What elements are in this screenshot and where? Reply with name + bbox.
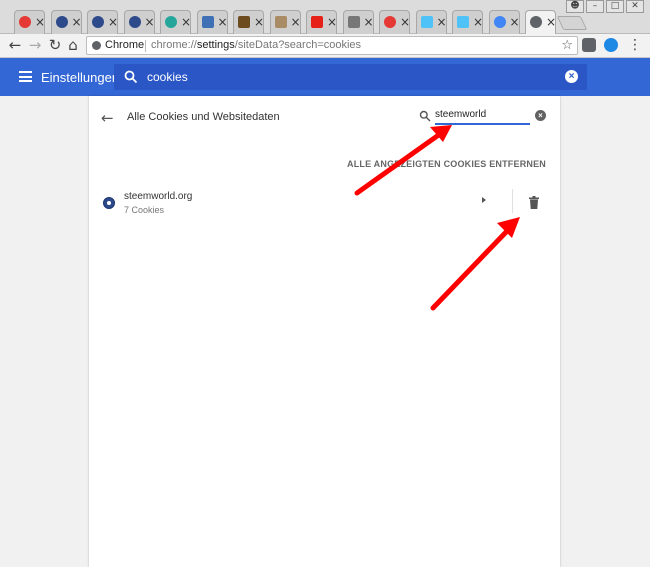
close-window-button[interactable]: ✕ [626,0,644,13]
browser-tab[interactable]: × [50,10,82,34]
home-button[interactable]: ⌂ [64,36,82,54]
gear-icon [530,16,542,28]
browser-tab[interactable]: × [488,10,520,34]
shield-extension-icon[interactable] [582,38,596,52]
browser-tab[interactable]: × [269,10,301,34]
blue-lines-icon [201,16,214,28]
cookies-card: ← Alle Cookies und Websitedaten steemwor… [89,96,560,567]
search-icon [419,110,431,122]
url-prefix: chrome:// [151,39,197,51]
expand-arrow-icon[interactable] [482,197,486,203]
forward-button[interactable]: → [26,36,44,54]
close-tab-icon[interactable]: × [510,14,520,30]
hamburger-menu-icon[interactable] [19,71,32,82]
trash-icon[interactable] [528,196,540,209]
window-controls: ☻ – □ ✕ [566,0,644,13]
address-bar[interactable]: Chrome chrome://settings/siteData?search… [86,36,578,55]
site-cookie-count: 7 Cookies [124,205,165,215]
close-tab-icon[interactable]: × [108,14,118,30]
steem-extension-icon[interactable] [604,38,618,52]
chrome-page-icon [92,41,101,50]
cloud-icon [420,16,433,28]
url-rest: /siteData?search=cookies [234,39,362,51]
search-icon [124,70,138,84]
site-name: steemworld.org [124,191,193,202]
browser-tab[interactable]: × [379,10,410,34]
tab-strip: × × × × × × × × × × × × × × × ☻ – □ ✕ [0,0,650,35]
page-title: Alle Cookies und Websitedaten [127,111,280,123]
browser-tab[interactable]: × [452,10,483,34]
site-search: steemworld × [419,107,546,127]
browser-tab[interactable]: × [87,10,118,34]
site-search-input[interactable]: steemworld [435,107,530,125]
green-circle-icon [165,16,177,28]
close-tab-icon[interactable]: × [473,14,483,30]
image-icon [347,16,360,28]
site-favicon-icon [103,197,115,209]
omnibox-chrome-label: Chrome [105,39,145,51]
close-tab-icon[interactable]: × [437,14,447,30]
brown-box-icon [238,16,250,28]
browser-tab[interactable]: × [306,10,337,34]
reload-button[interactable]: ↻ [46,36,64,54]
close-tab-icon[interactable]: × [291,14,301,30]
w-globe-icon [92,16,104,28]
restore-button[interactable]: □ [606,0,624,13]
close-tab-icon[interactable]: × [546,14,556,30]
close-tab-icon[interactable]: × [181,14,191,30]
close-tab-icon[interactable]: × [400,14,410,30]
close-tab-icon[interactable]: × [35,14,45,30]
close-tab-icon[interactable]: × [327,14,337,30]
settings-header: Einstellungen cookies × [0,58,650,96]
close-tab-icon[interactable]: × [145,14,155,30]
browser-toolbar: ← → ↻ ⌂ Chrome chrome://settings/siteDat… [0,34,650,58]
browser-tab[interactable]: × [196,10,228,34]
package-icon [274,16,287,28]
browser-tab[interactable]: × [123,10,155,34]
omnibox-separator [145,40,146,52]
red-circle-icon [384,16,396,28]
minimize-button[interactable]: – [586,0,604,13]
browser-tab[interactable]: × [233,10,264,34]
w-globe-icon [55,16,68,28]
site-row[interactable]: steemworld.org 7 Cookies [89,183,560,223]
cloud-icon [457,16,469,28]
settings-title: Einstellungen [41,70,120,85]
close-tab-icon[interactable]: × [254,14,264,30]
bookmark-star-icon[interactable]: ☆ [561,37,573,54]
browser-tab[interactable]: × [415,10,447,34]
google-icon [493,16,506,28]
profile-icon[interactable]: ☻ [566,0,584,13]
clear-search-icon[interactable]: × [565,70,578,83]
clear-site-search-icon[interactable]: × [535,110,546,121]
youtube-icon [311,16,323,28]
close-tab-icon[interactable]: × [218,14,228,30]
back-arrow-icon[interactable]: ← [101,109,114,127]
browser-tab[interactable]: × [14,10,45,34]
close-tab-icon[interactable]: × [364,14,374,30]
remove-all-cookies-button[interactable]: ALLE ANGEZEIGTEN COOKIES ENTFERNEN [347,159,546,169]
browser-tab[interactable]: × [342,10,374,34]
back-button[interactable]: ← [6,36,24,54]
row-divider [512,189,513,213]
w-globe-icon [128,16,141,28]
red-circle-icon [19,16,31,28]
omnibox-url: chrome://settings/siteData?search=cookie… [151,37,361,54]
new-tab-button[interactable] [556,16,588,30]
menu-dots-icon[interactable]: ⋮ [628,37,642,53]
url-host: settings [196,39,235,51]
browser-tab[interactable]: × [525,10,556,35]
settings-search-value: cookies [147,70,188,84]
close-tab-icon[interactable]: × [72,14,82,30]
settings-search-input[interactable]: cookies × [114,64,587,90]
browser-tab[interactable]: × [160,10,191,34]
